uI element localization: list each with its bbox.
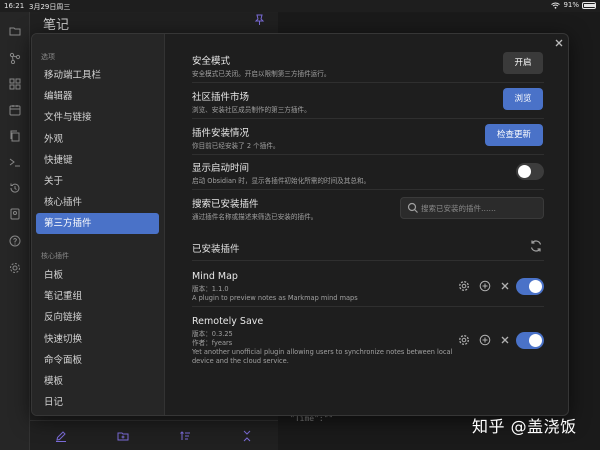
terminal-icon[interactable] <box>9 156 21 168</box>
sidebar-item-option[interactable]: 第三方插件 <box>36 213 159 235</box>
safe-mode-title: 安全模式 <box>192 56 231 67</box>
plugin-hotkeys-icon[interactable] <box>479 280 491 292</box>
wifi-icon <box>551 2 561 9</box>
status-date: 3月29日周三 <box>29 3 71 11</box>
toggle-knob <box>529 280 542 293</box>
plugin-description: Yet another unofficial plugin allowing u… <box>192 348 453 365</box>
graph-icon[interactable] <box>9 52 21 64</box>
sort-icon[interactable] <box>179 430 191 442</box>
map-pin-icon[interactable] <box>9 208 21 220</box>
sidebar-item-core-plugin[interactable]: 日记 <box>36 392 159 413</box>
status-right: 91% <box>551 1 596 9</box>
plugin-mind-map: Mind Map 版本：1.1.0 A plugin to preview no… <box>192 271 472 303</box>
sidebar-item-core-plugin[interactable]: 快速切换 <box>36 329 159 350</box>
collapse-icon[interactable] <box>241 430 253 442</box>
grid-icon[interactable] <box>9 78 21 90</box>
plugin-remotely-save: Remotely Save 版本：0.3.25 作者：fyears Yet an… <box>192 316 472 366</box>
app-root: 16:21 3月29日周三 91% 笔记 "Time":"" 选项 移动端工具栏… <box>0 0 600 450</box>
safe-mode-setting: 安全模式 安全模式已关闭。开启以限制第三方插件运行。 <box>192 53 544 79</box>
sidebar-item-option[interactable]: 快捷键 <box>36 150 159 171</box>
divider <box>192 260 544 261</box>
plugin-description: A plugin to preview notes as Markmap min… <box>192 294 358 302</box>
plugin-enable-toggle[interactable] <box>516 278 544 295</box>
core-plugins-section-header: 核心插件 <box>41 252 69 260</box>
plugin-name: Mind Map <box>192 271 238 282</box>
edit-icon[interactable] <box>55 430 67 442</box>
sidebar-item-core-plugin[interactable]: 命令面板 <box>36 350 159 371</box>
watermark: 知乎 @盖浇饭 <box>472 417 577 436</box>
help-icon[interactable] <box>9 235 21 247</box>
options-section-header: 选项 <box>41 53 55 61</box>
toggle-knob <box>529 334 542 347</box>
search-icon <box>407 202 418 213</box>
plugin-uninstall-icon[interactable] <box>499 334 511 346</box>
ribbon <box>0 12 30 450</box>
plugin-version: 版本：1.1.0 <box>192 285 229 293</box>
divider <box>192 306 544 307</box>
sidebar-item-option[interactable]: 移动端工具栏 <box>36 65 159 86</box>
startup-time-title: 显示启动时间 <box>192 163 250 174</box>
plugin-uninstall-icon[interactable] <box>499 280 511 292</box>
new-folder-icon[interactable] <box>117 430 129 442</box>
settings-sidebar: 选项 移动端工具栏 编辑器 文件与链接 外观 快捷键 关于 核心插件 第三方插件 核心插件 白… <box>32 34 165 415</box>
community-desc: 浏览、安装社区成员制作的第三方插件。 <box>192 106 311 114</box>
battery-icon <box>582 1 596 9</box>
battery-percent: 91% <box>563 1 579 9</box>
bottom-divider <box>30 420 278 421</box>
copy-icon[interactable] <box>9 130 21 142</box>
history-icon[interactable] <box>9 182 21 194</box>
sidebar-item-option[interactable]: 外观 <box>36 129 159 150</box>
sidebar-item-core-plugin[interactable]: 反向链接 <box>36 307 159 328</box>
status-time: 16:21 <box>4 2 25 10</box>
browse-button[interactable]: 浏览 <box>503 88 543 110</box>
plugin-settings-icon[interactable] <box>458 280 470 292</box>
pin-icon[interactable] <box>254 14 265 26</box>
settings-gear-icon[interactable] <box>9 262 21 274</box>
plugin-version: 版本：0.3.25 <box>192 330 233 338</box>
plugin-name: Remotely Save <box>192 316 264 327</box>
plugin-settings-icon[interactable] <box>458 334 470 346</box>
community-title: 社区插件市场 <box>192 92 250 103</box>
divider <box>192 154 544 155</box>
bottom-toolbar <box>30 422 278 450</box>
battery-fill <box>584 3 595 7</box>
safe-mode-button[interactable]: 开启 <box>503 52 543 74</box>
calendar-icon[interactable] <box>9 104 21 116</box>
divider <box>192 118 544 119</box>
startup-time-desc: 启动 Obsidian 时，显示各插件初始化所需的时间及其总和。 <box>192 177 371 185</box>
installed-plugins-header: 已安装插件 <box>192 244 240 255</box>
sidebar-item-option[interactable]: 关于 <box>36 171 159 192</box>
startup-time-toggle[interactable] <box>516 163 544 180</box>
check-updates-button[interactable]: 检查更新 <box>485 124 543 146</box>
sidebar-item-core-plugin[interactable]: 笔记重组 <box>36 286 159 307</box>
refresh-icon[interactable] <box>529 239 543 253</box>
divider <box>192 82 544 83</box>
startup-time-setting: 显示启动时间 启动 Obsidian 时，显示各插件初始化所需的时间及其总和。 <box>192 160 544 186</box>
safe-mode-desc: 安全模式已关闭。开启以限制第三方插件运行。 <box>192 70 331 78</box>
plugin-search-box[interactable] <box>400 197 544 219</box>
sidebar-item-option[interactable]: 核心插件 <box>36 192 159 213</box>
sidebar-item-option[interactable]: 文件与链接 <box>36 107 159 128</box>
plugin-enable-toggle[interactable] <box>516 332 544 349</box>
sidebar-item-core-plugin[interactable]: 白板 <box>36 265 159 286</box>
folder-icon[interactable] <box>9 25 21 37</box>
settings-modal: 选项 移动端工具栏 编辑器 文件与链接 外观 快捷键 关于 核心插件 第三方插件 核心插件 白… <box>31 33 569 416</box>
toggle-knob <box>518 165 531 178</box>
divider <box>192 189 544 190</box>
sidebar-item-core-plugin[interactable]: 模板 <box>36 371 159 392</box>
close-icon[interactable] <box>554 38 564 48</box>
plugin-author: 作者：fyears <box>192 339 233 347</box>
plugin-hotkeys-icon[interactable] <box>479 334 491 346</box>
sidebar-item-option[interactable]: 编辑器 <box>36 86 159 107</box>
community-plugins-setting: 社区插件市场 浏览、安装社区成员制作的第三方插件。 <box>192 89 544 115</box>
status-bar: 16:21 3月29日周三 91% <box>0 0 600 12</box>
notes-title: 笔记 <box>43 18 70 33</box>
plugin-search-input[interactable] <box>421 200 541 216</box>
